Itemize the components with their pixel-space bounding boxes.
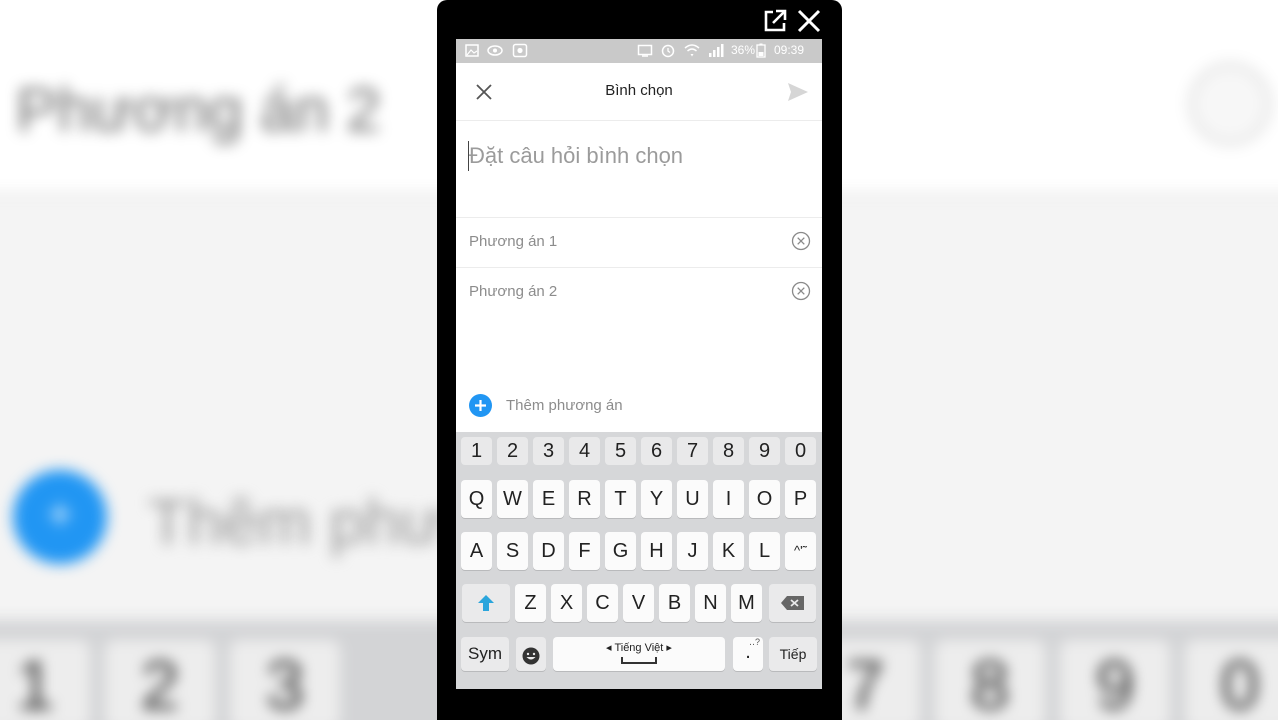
clear-option-icon[interactable] xyxy=(791,281,811,301)
space-key[interactable]: ◂ Tiếng Việt ▸ xyxy=(553,637,725,671)
background-clear-icon xyxy=(1188,62,1272,146)
status-time: 09:39 xyxy=(774,43,805,57)
background-key: 1 xyxy=(0,640,90,720)
background-key: 9 xyxy=(1060,640,1170,720)
key-5[interactable]: 5 xyxy=(605,437,636,465)
punctuation-hint: ‥? xyxy=(748,637,760,647)
background-option-title: Phương án 2 xyxy=(16,76,381,145)
key-1[interactable]: 1 xyxy=(461,437,492,465)
page-title: Bình chọn xyxy=(605,82,673,99)
emoji-key[interactable] xyxy=(516,637,546,671)
poll-option-2[interactable]: Phương án 2 xyxy=(456,268,822,317)
key-2[interactable]: 2 xyxy=(497,437,528,465)
battery-icon xyxy=(756,43,766,58)
key-o[interactable]: O xyxy=(749,480,780,518)
key-b[interactable]: B xyxy=(659,584,690,622)
app-header: Bình chọn xyxy=(456,63,822,121)
poll-question-input[interactable]: Đặt câu hỏi bình chọn xyxy=(469,143,683,169)
sym-key[interactable]: Sym xyxy=(461,637,509,671)
plus-icon[interactable] xyxy=(469,394,492,417)
key-u[interactable]: U xyxy=(677,480,708,518)
key-n[interactable]: N xyxy=(695,584,726,622)
status-bar: 36% 09:39 xyxy=(456,39,822,63)
key-y[interactable]: Y xyxy=(641,480,672,518)
key-w[interactable]: W xyxy=(497,480,528,518)
poll-option-1[interactable]: Phương án 1 xyxy=(456,218,822,267)
key-g[interactable]: G xyxy=(605,532,636,570)
key-7[interactable]: 7 xyxy=(677,437,708,465)
key-3[interactable]: 3 xyxy=(533,437,564,465)
space-bar-icon xyxy=(621,657,657,664)
close-icon[interactable] xyxy=(795,7,823,35)
key-m[interactable]: M xyxy=(731,584,762,622)
option-input[interactable]: Phương án 2 xyxy=(469,283,557,300)
background-key: 3 xyxy=(230,640,340,720)
send-icon[interactable] xyxy=(786,80,810,104)
shift-key[interactable] xyxy=(462,584,510,622)
key-z[interactable]: Z xyxy=(515,584,546,622)
period-key[interactable]: ‥? . xyxy=(733,637,763,671)
eye-icon xyxy=(487,45,503,56)
key-tone-marks[interactable]: ^'˜ xyxy=(785,532,816,570)
key-r[interactable]: R xyxy=(569,480,600,518)
key-4[interactable]: 4 xyxy=(569,437,600,465)
key-a[interactable]: A xyxy=(461,532,492,570)
background-key: 8 xyxy=(935,640,1045,720)
backspace-icon xyxy=(780,596,804,610)
key-c[interactable]: C xyxy=(587,584,618,622)
phone-screen: 36% 09:39 Bình chọn Đặt câu hỏi bình chọ… xyxy=(456,39,822,689)
add-option-label: Thêm phương án xyxy=(506,397,623,414)
key-s[interactable]: S xyxy=(497,532,528,570)
key-v[interactable]: V xyxy=(623,584,654,622)
key-x[interactable]: X xyxy=(551,584,582,622)
external-link-icon[interactable] xyxy=(762,8,788,34)
next-key[interactable]: Tiếp xyxy=(769,637,817,671)
key-t[interactable]: T xyxy=(605,480,636,518)
language-label: ◂ Tiếng Việt ▸ xyxy=(606,642,672,654)
background-add-icon: + xyxy=(13,470,107,564)
on-screen-keyboard: 1 2 3 4 5 6 7 8 9 0 Q W E R T Y U I O P … xyxy=(456,432,822,689)
key-j[interactable]: J xyxy=(677,532,708,570)
shift-arrow-icon xyxy=(478,595,494,611)
phone-frame: 36% 09:39 Bình chọn Đặt câu hỏi bình chọ… xyxy=(437,0,842,720)
key-l[interactable]: L xyxy=(749,532,780,570)
key-0[interactable]: 0 xyxy=(785,437,816,465)
backspace-key[interactable] xyxy=(769,584,816,622)
key-e[interactable]: E xyxy=(533,480,564,518)
key-9[interactable]: 9 xyxy=(749,437,780,465)
language-name: Tiếng Việt xyxy=(614,642,664,654)
key-p[interactable]: P xyxy=(785,480,816,518)
key-f[interactable]: F xyxy=(569,532,600,570)
key-h[interactable]: H xyxy=(641,532,672,570)
emoji-icon xyxy=(522,647,540,665)
screen-mirror-icon xyxy=(637,44,653,57)
key-q[interactable]: Q xyxy=(461,480,492,518)
image-notification-icon xyxy=(465,44,479,57)
alarm-icon xyxy=(661,44,675,58)
background-key: 2 xyxy=(105,640,215,720)
signal-icon xyxy=(709,44,724,57)
key-k[interactable]: K xyxy=(713,532,744,570)
battery-percent: 36% xyxy=(731,43,756,57)
key-8[interactable]: 8 xyxy=(713,437,744,465)
wifi-icon xyxy=(684,44,700,57)
key-i[interactable]: I xyxy=(713,480,744,518)
key-d[interactable]: D xyxy=(533,532,564,570)
add-option-button[interactable]: Thêm phương án xyxy=(456,390,822,422)
option-input[interactable]: Phương án 1 xyxy=(469,233,557,250)
clear-option-icon[interactable] xyxy=(791,231,811,251)
background-key: 0 xyxy=(1185,640,1278,720)
key-6[interactable]: 6 xyxy=(641,437,672,465)
screen-record-icon xyxy=(512,43,528,58)
